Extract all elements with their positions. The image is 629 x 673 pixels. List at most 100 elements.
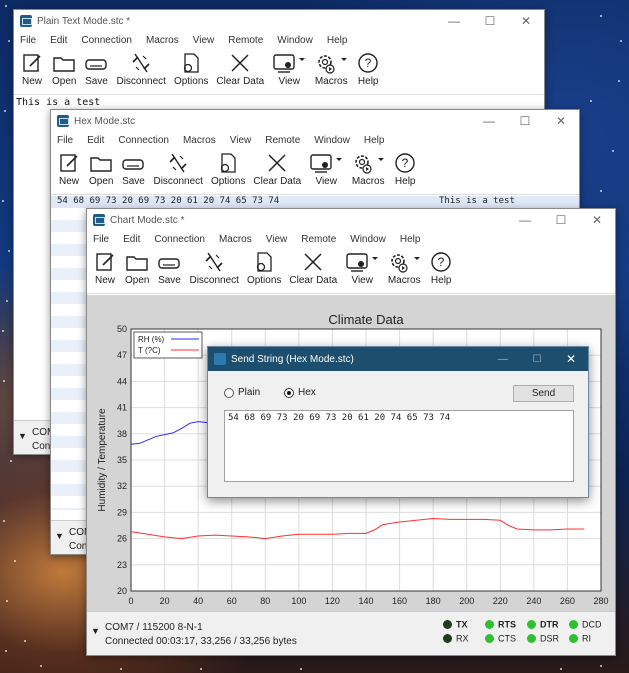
menu-macros[interactable]: Macros [146,35,179,46]
dialog-title-bar[interactable]: Send String (Hex Mode.stc) — ☐ ✕ [208,347,588,371]
toolbar-label: Macros [314,76,348,87]
new-button[interactable]: New [53,149,85,187]
help-button[interactable]: ? Help [425,248,457,286]
menu-view[interactable]: View [266,234,288,245]
help-icon: ? [358,53,378,73]
open-button[interactable]: Open [121,248,153,286]
plain-title-bar[interactable]: Plain Text Mode.stc * — ☐ ✕ [14,10,544,32]
menu-remote[interactable]: Remote [301,234,336,245]
star [14,560,16,562]
star [560,668,562,670]
signal-dtr: DTR [527,619,569,630]
open-button[interactable]: Open [85,149,117,187]
maximize-icon[interactable]: ☐ [472,14,508,28]
menu-window[interactable]: Window [277,35,313,46]
terminal-text[interactable]: This is a test [14,95,544,110]
new-button[interactable]: New [89,248,121,286]
radio-plain[interactable]: Plain [224,387,260,398]
menu-help[interactable]: Help [327,35,348,46]
help-button[interactable]: ? Help [389,149,421,187]
star [300,668,302,670]
minimize-icon[interactable]: — [507,213,543,227]
menu-help[interactable]: Help [400,234,421,245]
clear-data-button[interactable]: Clear Data [212,49,268,87]
options-button[interactable]: Options [243,248,285,286]
send-button[interactable]: Send [513,385,574,402]
menu-macros[interactable]: Macros [219,234,252,245]
menu-view[interactable]: View [193,35,215,46]
menu-connection[interactable]: Connection [118,135,169,146]
save-button[interactable]: Save [117,149,149,187]
chart-title-bar[interactable]: Chart Mode.stc * — ☐ ✕ [87,209,615,231]
star [590,100,592,102]
maximize-icon[interactable]: ☐ [543,213,579,227]
menu-file[interactable]: File [57,135,73,146]
view-button[interactable]: View [268,49,310,87]
minimize-icon[interactable]: — [436,14,472,28]
radio-plain-circle[interactable] [224,387,234,398]
menu-remote[interactable]: Remote [228,35,263,46]
save-button[interactable]: Save [153,248,185,286]
led-icon [569,633,578,643]
maximize-icon: ☐ [532,353,542,365]
view-button[interactable]: View [305,149,347,187]
disconnect-button[interactable]: Disconnect [112,49,169,87]
led-icon [485,619,494,629]
send-string-dialog[interactable]: Send String (Hex Mode.stc) — ☐ ✕ Plain H… [207,346,589,498]
view-monitor-icon [273,54,306,73]
menu-help[interactable]: Help [364,135,385,146]
radio-hex-label: Hex [298,387,316,398]
signal-label: RX [456,633,469,644]
minimize-icon[interactable]: — [471,114,507,128]
macros-button[interactable]: Macros [347,149,389,187]
menu-file[interactable]: File [93,234,109,245]
status-connection: Con [69,541,88,552]
radio-hex[interactable]: Hex [284,387,316,398]
view-button[interactable]: View [341,248,383,286]
menu-bar: File Edit Connection Macros View Remote Window… [14,32,544,49]
menu-window[interactable]: Window [314,135,350,146]
toolbar-label: Clear Data [253,176,302,187]
chevron-down-icon[interactable]: ▼ [18,431,27,441]
toolbar-label: Clear Data [216,76,265,87]
clear-data-button[interactable]: Clear Data [285,248,341,286]
macros-button[interactable]: Macros [383,248,425,286]
options-button[interactable]: Options [170,49,212,87]
radio-hex-circle[interactable] [284,387,294,398]
star [8,40,10,42]
macros-button[interactable]: Macros [310,49,352,87]
maximize-icon[interactable]: ☐ [507,114,543,128]
menu-macros[interactable]: Macros [183,135,216,146]
menu-connection[interactable]: Connection [154,234,205,245]
options-gear-icon [184,53,199,73]
hex-title-bar[interactable]: Hex Mode.stc — ☐ ✕ [51,110,579,132]
chevron-down-icon[interactable]: ▼ [91,626,100,636]
close-icon[interactable]: ✕ [508,14,544,28]
disconnect-button[interactable]: Disconnect [185,248,242,286]
send-text-field[interactable]: 54 68 69 73 20 69 73 20 61 20 74 65 73 7… [224,410,574,482]
signal-label: TX [456,619,468,630]
x-tick-label: 280 [593,596,608,606]
app-icon [93,214,105,226]
save-button[interactable]: Save [80,49,112,87]
menu-connection[interactable]: Connection [81,35,132,46]
help-button[interactable]: ? Help [352,49,384,87]
menu-edit[interactable]: Edit [87,135,104,146]
x-tick-label: 80 [260,596,270,606]
disconnect-button[interactable]: Disconnect [149,149,206,187]
close-icon[interactable]: ✕ [554,352,588,366]
menu-window[interactable]: Window [350,234,386,245]
close-icon[interactable]: ✕ [543,114,579,128]
options-button[interactable]: Options [207,149,249,187]
clear-data-button[interactable]: Clear Data [249,149,305,187]
menu-edit[interactable]: Edit [123,234,140,245]
star [5,650,7,652]
menu-view[interactable]: View [230,135,252,146]
close-icon[interactable]: ✕ [579,213,615,227]
menu-edit[interactable]: Edit [50,35,67,46]
menu-file[interactable]: File [20,35,36,46]
menu-remote[interactable]: Remote [265,135,300,146]
new-button[interactable]: New [16,49,48,87]
chevron-down-icon[interactable]: ▼ [55,531,64,541]
open-button[interactable]: Open [48,49,80,87]
